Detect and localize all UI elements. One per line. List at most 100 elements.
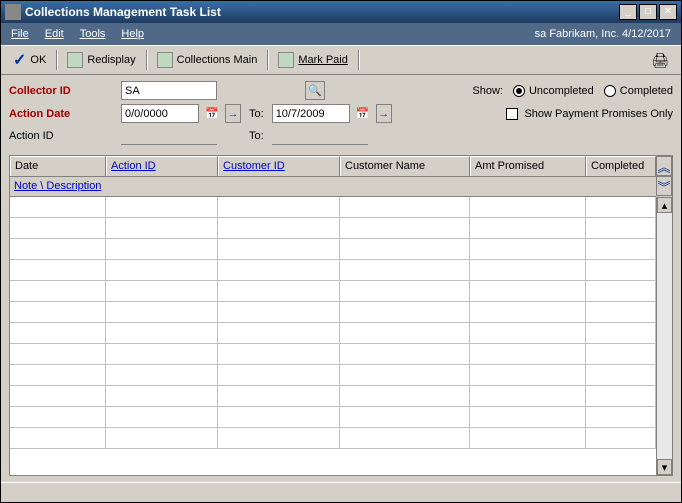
note-description-link[interactable]: Note \ Description xyxy=(14,180,101,193)
menu-file[interactable]: File xyxy=(11,28,29,40)
table-cell xyxy=(586,344,656,364)
radio-uncompleted[interactable]: Uncompleted xyxy=(513,85,594,97)
window-controls: _ □ ✕ xyxy=(619,4,677,20)
scroll-up-button[interactable]: ▴ xyxy=(657,197,672,213)
checkmark-icon: ✓ xyxy=(13,50,26,70)
table-cell xyxy=(218,344,340,364)
table-cell xyxy=(218,281,340,301)
maximize-button[interactable]: □ xyxy=(639,4,657,20)
table-cell xyxy=(106,302,218,322)
table-row[interactable] xyxy=(10,407,656,428)
menu-tools[interactable]: Tools xyxy=(80,28,106,40)
col-action-id-header[interactable]: Action ID xyxy=(106,156,218,176)
table-cell xyxy=(340,365,470,385)
col-customer-name-header[interactable]: Customer Name xyxy=(340,156,470,176)
table-cell xyxy=(106,344,218,364)
table-cell xyxy=(10,386,106,406)
radio-dot-icon xyxy=(513,85,525,97)
row-action-id: Action ID To: xyxy=(9,127,673,145)
ok-button[interactable]: ✓ OK xyxy=(7,48,52,72)
grid-rows-container xyxy=(10,197,656,475)
table-cell xyxy=(586,197,656,217)
col-completed-header[interactable]: Completed xyxy=(586,156,656,176)
table-cell xyxy=(218,365,340,385)
to-date-calendar-button[interactable]: 📅 xyxy=(354,104,372,123)
radio-completed[interactable]: Completed xyxy=(604,85,673,97)
table-cell xyxy=(10,260,106,280)
print-button[interactable] xyxy=(645,50,675,71)
expand-down-button[interactable]: ︾ xyxy=(656,176,672,196)
table-cell xyxy=(586,365,656,385)
printer-icon xyxy=(651,52,669,69)
minimize-button[interactable]: _ xyxy=(619,4,637,20)
table-cell xyxy=(470,302,586,322)
collector-lookup-button[interactable]: 🔍 xyxy=(305,81,325,100)
scroll-down-button[interactable]: ▾ xyxy=(657,459,672,475)
table-row[interactable] xyxy=(10,260,656,281)
grid-body: ▴ ▾ xyxy=(10,197,672,475)
window: Collections Management Task List _ □ ✕ F… xyxy=(0,0,682,503)
table-cell xyxy=(10,281,106,301)
table-cell xyxy=(10,302,106,322)
grid-subheader: Note \ Description xyxy=(10,177,656,197)
table-cell xyxy=(340,386,470,406)
action-id-to-input[interactable] xyxy=(272,127,368,145)
scroll-track[interactable] xyxy=(657,213,672,459)
from-date-go-button[interactable]: → xyxy=(225,104,241,123)
status-bar xyxy=(1,482,681,502)
magnifier-icon: 🔍 xyxy=(308,84,322,97)
table-cell xyxy=(340,281,470,301)
redisplay-button[interactable]: Redisplay xyxy=(61,50,141,70)
table-cell xyxy=(218,323,340,343)
table-cell xyxy=(106,260,218,280)
show-promises-checkbox[interactable]: Show Payment Promises Only xyxy=(506,108,673,120)
to-date-input[interactable] xyxy=(272,104,350,123)
checkbox-icon xyxy=(506,108,518,120)
table-cell xyxy=(470,197,586,217)
table-row[interactable] xyxy=(10,428,656,449)
expander-controls: ︽ ︾ xyxy=(656,156,672,197)
table-cell xyxy=(340,260,470,280)
col-amt-promised-header[interactable]: Amt Promised xyxy=(470,156,586,176)
table-row[interactable] xyxy=(10,281,656,302)
table-cell xyxy=(586,323,656,343)
scrollbar-vertical[interactable]: ▴ ▾ xyxy=(656,197,672,475)
table-cell xyxy=(586,218,656,238)
table-row[interactable] xyxy=(10,197,656,218)
table-row[interactable] xyxy=(10,323,656,344)
mark-paid-button[interactable]: Mark Paid xyxy=(272,50,354,70)
table-row[interactable] xyxy=(10,239,656,260)
col-customer-id-header[interactable]: Customer ID xyxy=(218,156,340,176)
col-date-header[interactable]: Date xyxy=(10,156,106,176)
menu-help[interactable]: Help xyxy=(121,28,144,40)
table-cell xyxy=(10,407,106,427)
table-cell xyxy=(470,260,586,280)
table-cell xyxy=(10,197,106,217)
from-date-calendar-button[interactable]: 📅 xyxy=(203,104,221,123)
table-cell xyxy=(586,302,656,322)
close-button[interactable]: ✕ xyxy=(659,4,677,20)
table-cell xyxy=(10,428,106,448)
collections-main-button[interactable]: Collections Main xyxy=(151,50,264,70)
table-row[interactable] xyxy=(10,344,656,365)
table-cell xyxy=(586,260,656,280)
table-row[interactable] xyxy=(10,218,656,239)
to-date-go-button[interactable]: → xyxy=(376,104,392,123)
table-row[interactable] xyxy=(10,386,656,407)
table-row[interactable] xyxy=(10,302,656,323)
expand-up-button[interactable]: ︽ xyxy=(656,156,672,176)
show-group: Show: Uncompleted Completed xyxy=(472,85,673,97)
promises-group: Show Payment Promises Only xyxy=(506,108,673,120)
table-row[interactable] xyxy=(10,365,656,386)
table-cell xyxy=(10,323,106,343)
from-date-input[interactable] xyxy=(121,104,199,123)
grid-header-row: Date Action ID Customer ID Customer Name… xyxy=(10,156,656,177)
menu-edit[interactable]: Edit xyxy=(45,28,64,40)
table-cell xyxy=(470,344,586,364)
table-cell xyxy=(106,197,218,217)
collector-id-input[interactable] xyxy=(121,81,217,100)
table-cell xyxy=(340,344,470,364)
table-cell xyxy=(10,344,106,364)
app-icon xyxy=(5,4,21,20)
action-id-from-input[interactable] xyxy=(121,127,217,145)
